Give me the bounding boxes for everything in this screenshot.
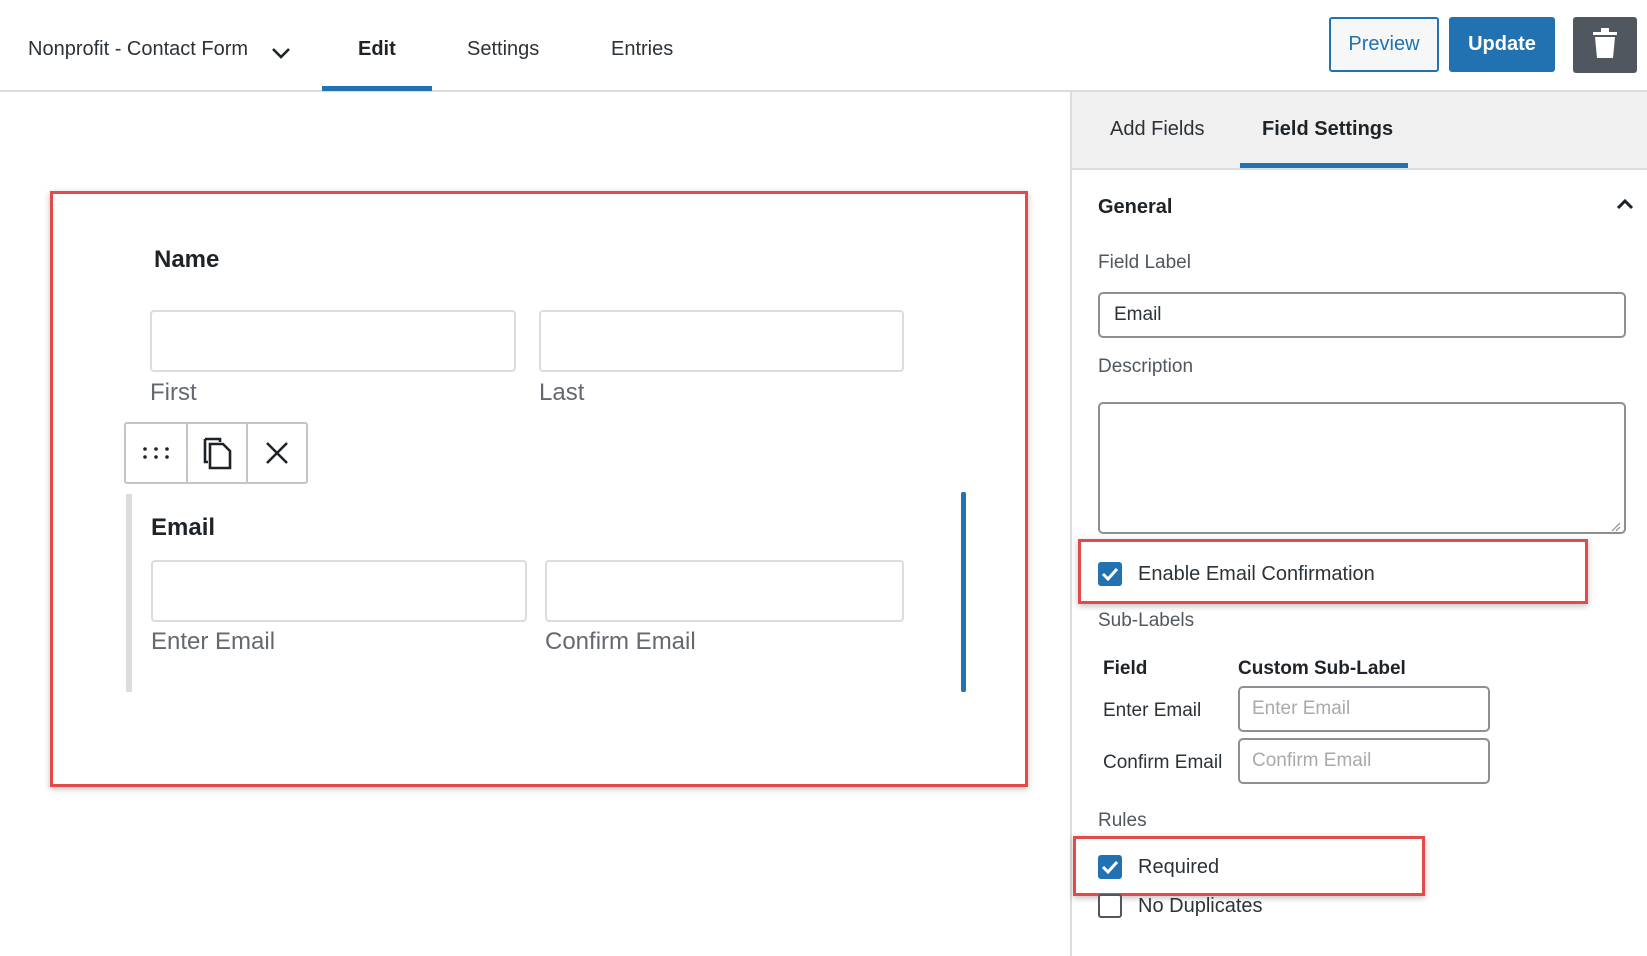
custom-sub-label-input[interactable]: Confirm Email bbox=[1238, 738, 1490, 784]
required-checkbox[interactable]: Required bbox=[1098, 855, 1219, 879]
trash-icon bbox=[1593, 27, 1617, 63]
active-tab-indicator bbox=[322, 86, 432, 91]
last-name-input[interactable] bbox=[539, 310, 904, 372]
form-canvas: Name First Last Email Enter Email Confir… bbox=[0, 92, 1070, 956]
top-bar: Nonprofit - Contact Form Edit Settings E… bbox=[0, 0, 1647, 92]
chevron-up-icon[interactable] bbox=[1614, 196, 1636, 212]
first-name-input[interactable] bbox=[150, 310, 516, 372]
sidebar-tabs: Add Fields Field Settings bbox=[1072, 92, 1647, 170]
drag-handle-icon[interactable] bbox=[126, 424, 188, 482]
sub-label-row-field: Confirm Email bbox=[1103, 752, 1223, 773]
field-label-label: Field Label bbox=[1098, 252, 1191, 273]
delete-button[interactable] bbox=[1573, 17, 1637, 73]
tab-field-settings[interactable]: Field Settings bbox=[1262, 118, 1393, 141]
enable-confirmation-label: Enable Email Confirmation bbox=[1138, 562, 1375, 585]
rules-heading: Rules bbox=[1098, 810, 1147, 831]
checkbox-checked-icon[interactable] bbox=[1098, 855, 1122, 879]
resize-handle-icon[interactable] bbox=[1611, 519, 1621, 532]
field-toolbar bbox=[124, 422, 308, 484]
confirm-email-sub-label: Confirm Email bbox=[545, 628, 696, 655]
sub-label-row-field: Enter Email bbox=[1103, 700, 1202, 721]
field-label-input[interactable]: Email bbox=[1098, 292, 1626, 338]
sub-labels-col-custom: Custom Sub-Label bbox=[1238, 658, 1406, 679]
tab-edit[interactable]: Edit bbox=[358, 38, 396, 61]
description-textarea[interactable] bbox=[1098, 402, 1626, 534]
name-field-title: Name bbox=[154, 246, 220, 273]
enable-confirmation-checkbox[interactable]: Enable Email Confirmation bbox=[1098, 562, 1375, 586]
first-sub-label: First bbox=[150, 379, 197, 406]
sub-labels-heading: Sub-Labels bbox=[1098, 610, 1195, 631]
checkbox-unchecked-icon[interactable] bbox=[1098, 894, 1122, 918]
tab-entries[interactable]: Entries bbox=[611, 38, 673, 61]
chevron-down-icon[interactable] bbox=[270, 43, 292, 59]
form-selector[interactable]: Nonprofit - Contact Form bbox=[28, 38, 292, 61]
custom-sub-label-input[interactable]: Enter Email bbox=[1238, 686, 1490, 732]
enter-email-input[interactable] bbox=[151, 560, 527, 622]
update-button[interactable]: Update bbox=[1449, 17, 1555, 72]
close-icon[interactable] bbox=[248, 424, 306, 482]
no-duplicates-checkbox[interactable]: No Duplicates bbox=[1098, 894, 1263, 918]
enter-email-sub-label: Enter Email bbox=[151, 628, 276, 655]
selected-field-left-bar bbox=[126, 494, 132, 692]
selected-field-right-bar bbox=[961, 492, 966, 692]
no-duplicates-label: No Duplicates bbox=[1138, 894, 1263, 917]
tab-settings[interactable]: Settings bbox=[467, 38, 539, 61]
settings-sidebar: Add Fields Field Settings General Field … bbox=[1070, 92, 1647, 956]
description-label: Description bbox=[1098, 356, 1194, 377]
section-general-heading[interactable]: General bbox=[1098, 196, 1172, 219]
required-label: Required bbox=[1138, 855, 1220, 878]
sub-labels-col-field: Field bbox=[1103, 658, 1148, 679]
duplicate-icon[interactable] bbox=[188, 424, 248, 482]
last-sub-label: Last bbox=[539, 379, 585, 406]
form-preview-highlight bbox=[50, 191, 1028, 787]
tab-add-fields[interactable]: Add Fields bbox=[1110, 118, 1205, 141]
form-title: Nonprofit - Contact Form bbox=[28, 38, 249, 60]
active-sidebar-tab-indicator bbox=[1240, 163, 1408, 168]
preview-button[interactable]: Preview bbox=[1329, 17, 1439, 72]
confirm-email-input[interactable] bbox=[545, 560, 904, 622]
checkbox-checked-icon[interactable] bbox=[1098, 562, 1122, 586]
email-field-title: Email bbox=[151, 514, 216, 541]
